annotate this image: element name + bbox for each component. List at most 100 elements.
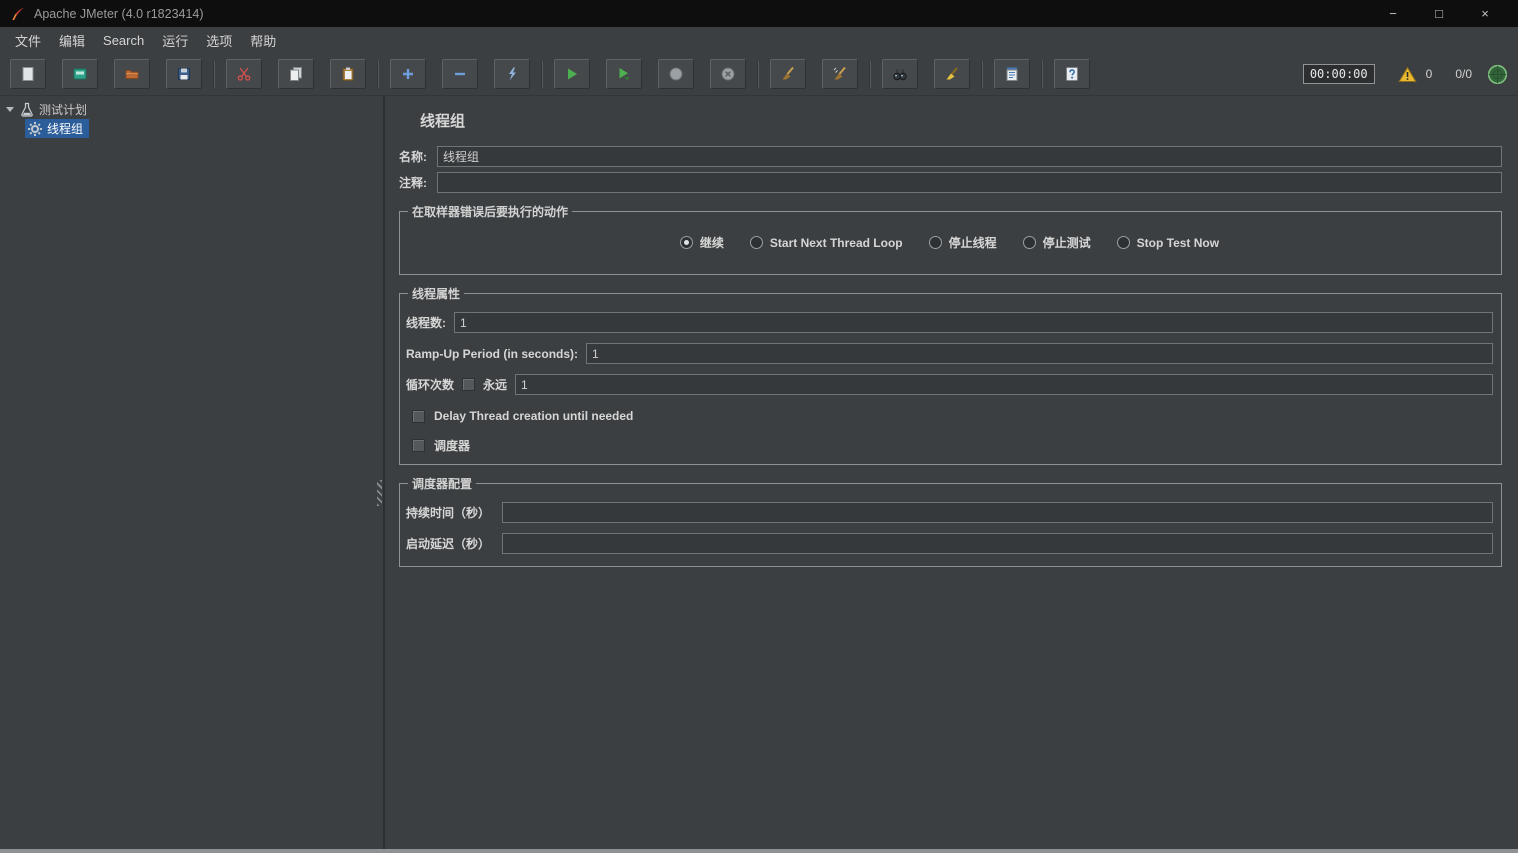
search-button[interactable] <box>882 59 918 89</box>
test-plan-icon <box>19 102 35 118</box>
name-input[interactable] <box>437 146 1502 167</box>
loop-count-input[interactable] <box>515 374 1493 395</box>
menu-options[interactable]: 选项 <box>197 28 241 53</box>
thread-properties-group: 线程属性 线程数: Ramp-Up Period (in seconds): 循… <box>399 285 1502 465</box>
open-button[interactable] <box>114 59 150 89</box>
maximize-button[interactable]: □ <box>1416 6 1462 21</box>
delay-thread-creation-checkbox[interactable] <box>412 410 425 423</box>
delay-thread-creation-label: Delay Thread creation until needed <box>434 409 633 423</box>
scheduler-config-legend: 调度器配置 <box>408 475 476 492</box>
error-action-group: 在取样器错误后要执行的动作 继续 Start Next Thread Loop … <box>399 203 1502 275</box>
toolbar-separator <box>541 61 543 88</box>
test-plan-tree: 测试计划 线程组 <box>0 96 376 849</box>
scheduler-label: 调度器 <box>434 437 470 454</box>
clear-button[interactable] <box>770 59 806 89</box>
radio-stop-thread[interactable]: 停止线程 <box>929 234 997 251</box>
radio-continue[interactable]: 继续 <box>680 234 724 251</box>
search-reset-button[interactable] <box>934 59 970 89</box>
scheduler-checkbox[interactable] <box>412 439 425 452</box>
menubar: 文件 编辑 Search 运行 选项 帮助 <box>0 27 1518 53</box>
radio-icon <box>680 236 693 249</box>
duration-label: 持续时间（秒） <box>406 504 494 521</box>
minus-icon <box>452 66 468 82</box>
rampup-label: Ramp-Up Period (in seconds): <box>406 347 578 361</box>
tree-item-thread-group[interactable]: 线程组 <box>0 119 376 138</box>
shutdown-button[interactable] <box>710 59 746 89</box>
toolbar-separator <box>1041 61 1043 88</box>
radio-stop-test[interactable]: 停止测试 <box>1023 234 1091 251</box>
broom-yellow-icon <box>944 66 960 82</box>
menu-search[interactable]: Search <box>94 30 153 51</box>
gear-icon <box>27 121 43 137</box>
jmeter-logo-icon <box>10 6 26 22</box>
radio-label: Stop Test Now <box>1137 236 1219 250</box>
stop-button[interactable] <box>658 59 694 89</box>
warning-icon[interactable] <box>1398 66 1417 83</box>
plus-button[interactable] <box>390 59 426 89</box>
menu-help[interactable]: 帮助 <box>241 28 285 53</box>
save-button[interactable] <box>166 59 202 89</box>
new-file-button[interactable] <box>10 59 46 89</box>
help-icon <box>1064 66 1080 82</box>
menu-edit[interactable]: 编辑 <box>50 28 94 53</box>
splitter-grip-icon[interactable] <box>377 480 382 506</box>
copy-button[interactable] <box>278 59 314 89</box>
radio-stop-test-now[interactable]: Stop Test Now <box>1117 236 1219 250</box>
bottom-scrollbar[interactable] <box>0 849 1518 853</box>
radio-icon <box>1117 236 1130 249</box>
start-button[interactable] <box>554 59 590 89</box>
tree-item-test-plan[interactable]: 测试计划 <box>0 100 376 119</box>
clipboard-icon <box>340 66 356 82</box>
error-action-options: 继续 Start Next Thread Loop 停止线程 停止测试 <box>406 222 1493 264</box>
minimize-button[interactable]: − <box>1370 6 1416 21</box>
startup-delay-input[interactable] <box>502 533 1493 554</box>
forever-checkbox[interactable] <box>462 378 475 391</box>
loop-count-label: 循环次数 <box>406 376 454 393</box>
thread-group-panel: 线程组 名称: 注释: 在取样器错误后要执行的动作 继续 <box>385 96 1518 849</box>
close-button[interactable]: × <box>1462 6 1508 21</box>
threads-label: 线程数: <box>406 314 446 331</box>
toggle-button[interactable] <box>494 59 530 89</box>
remote-status-icon[interactable] <box>1487 64 1508 85</box>
clear-all-button[interactable] <box>822 59 858 89</box>
threads-input[interactable] <box>454 312 1493 333</box>
templates-icon <box>72 66 88 82</box>
collapse-expander-icon[interactable] <box>6 107 14 112</box>
templates-button[interactable] <box>62 59 98 89</box>
titlebar: Apache JMeter (4.0 r1823414) − □ × <box>0 0 1518 27</box>
radio-icon <box>929 236 942 249</box>
active-threads-count: 0/0 <box>1455 67 1472 81</box>
cut-button[interactable] <box>226 59 262 89</box>
play-icon <box>564 66 580 82</box>
menu-file[interactable]: 文件 <box>6 28 50 53</box>
jmeter-window: Apache JMeter (4.0 r1823414) − □ × 文件 编辑… <box>0 0 1518 853</box>
toolbar-separator <box>213 61 215 88</box>
scheduler-config-group: 调度器配置 持续时间（秒） 启动延迟（秒） <box>399 475 1502 567</box>
toolbar-separator <box>377 61 379 88</box>
duration-input[interactable] <box>502 502 1493 523</box>
function-helper-button[interactable] <box>994 59 1030 89</box>
copy-icon <box>288 66 304 82</box>
minus-button[interactable] <box>442 59 478 89</box>
tree-item-label: 测试计划 <box>39 101 87 118</box>
start-no-pauses-button[interactable] <box>606 59 642 89</box>
startup-delay-label: 启动延迟（秒） <box>406 535 494 552</box>
radio-label: 停止线程 <box>949 234 997 251</box>
broom-all-icon <box>832 66 848 82</box>
notepad-icon <box>1004 66 1020 82</box>
help-button[interactable] <box>1054 59 1090 89</box>
comments-input[interactable] <box>437 172 1502 193</box>
menu-run[interactable]: 运行 <box>153 28 197 53</box>
error-count: 0 <box>1426 67 1433 81</box>
thread-properties-legend: 线程属性 <box>408 285 464 302</box>
paste-button[interactable] <box>330 59 366 89</box>
radio-label: Start Next Thread Loop <box>770 236 903 250</box>
panel-splitter[interactable] <box>376 96 385 849</box>
broom-icon <box>780 66 796 82</box>
open-folder-icon <box>124 66 140 82</box>
plus-icon <box>400 66 416 82</box>
radio-start-next-thread-loop[interactable]: Start Next Thread Loop <box>750 236 903 250</box>
window-title: Apache JMeter (4.0 r1823414) <box>34 7 204 21</box>
toolbar-separator <box>869 61 871 88</box>
rampup-input[interactable] <box>586 343 1493 364</box>
